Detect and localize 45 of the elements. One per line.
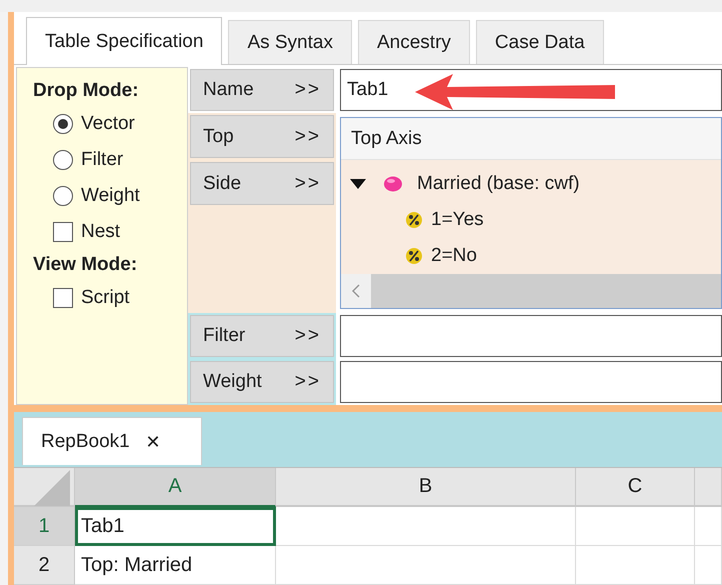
arrow-icon	[415, 74, 615, 110]
radio-button[interactable]	[53, 186, 73, 206]
tree-item[interactable]: 1=Yes	[431, 209, 484, 232]
option-label: Script	[81, 287, 130, 309]
option-label: Nest	[81, 221, 120, 243]
checkbox[interactable]	[53, 222, 73, 242]
option-label: Filter	[81, 149, 124, 171]
spec-button[interactable]: Side >>	[190, 162, 334, 205]
checkbox[interactable]	[53, 288, 73, 308]
tree-item[interactable]: 2=No	[431, 245, 477, 268]
variable-icon	[383, 176, 403, 192]
horizontal-scrollbar[interactable]	[341, 274, 721, 308]
tab[interactable]: Table Specification	[26, 17, 222, 65]
spec-button[interactable]: Filter >>	[190, 315, 334, 357]
name-field[interactable]: Tab1	[340, 69, 722, 111]
option-label: Vector	[81, 113, 135, 135]
section-heading: Drop Mode:	[33, 80, 140, 102]
document-tab[interactable]: RepBook1 ✕	[22, 417, 202, 465]
row-header[interactable]: 1	[14, 507, 75, 546]
collapse-icon[interactable]	[349, 179, 367, 190]
percent-icon	[405, 211, 423, 230]
filter-field[interactable]	[340, 315, 722, 357]
tab[interactable]: Case Data	[476, 20, 604, 64]
section-heading: View Mode:	[33, 254, 138, 276]
close-icon[interactable]: ✕	[146, 430, 161, 452]
column-header[interactable]: A	[75, 468, 276, 507]
spec-button[interactable]: Weight >>	[190, 361, 334, 403]
table-cell: Top: Married	[75, 546, 276, 585]
column-header[interactable]: C	[576, 468, 695, 507]
row-header[interactable]: 2	[14, 546, 75, 585]
tree-item[interactable]: Married (base: cwf)	[417, 173, 580, 196]
radio-button[interactable]	[53, 114, 73, 134]
weight-field[interactable]	[340, 361, 722, 403]
column-header[interactable]: B	[276, 468, 576, 507]
option-label: Weight	[81, 185, 140, 207]
table-cell	[695, 546, 722, 585]
table-cell: Tab1	[75, 507, 276, 546]
tab[interactable]: As Syntax	[228, 20, 352, 64]
spec-button[interactable]: Name >>	[190, 69, 334, 111]
tab[interactable]: Ancestry	[358, 20, 470, 64]
percent-icon	[405, 247, 423, 266]
radio-button[interactable]	[53, 150, 73, 170]
spec-button[interactable]: Top >>	[190, 115, 334, 158]
table-cell	[695, 507, 722, 546]
axis-title: Top Axis	[341, 118, 721, 160]
